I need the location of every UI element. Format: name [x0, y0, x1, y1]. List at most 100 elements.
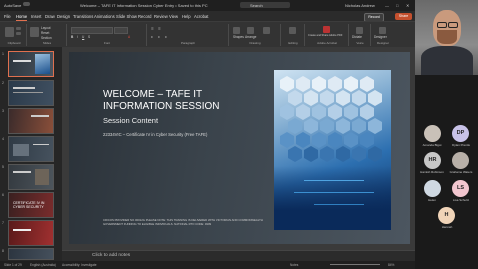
slide-course-text[interactable]: 22334VIC – Certificate IV in Cyber Secur… [103, 132, 207, 137]
image-fade [274, 166, 391, 230]
slide-title[interactable]: WELCOME – TAFE IT INFORMATION SESSION [103, 89, 253, 113]
circuit-line [294, 192, 374, 193]
close-icon[interactable]: ✕ [406, 3, 409, 8]
presenter-shirt [421, 46, 473, 75]
thumb-title-line [13, 171, 31, 173]
title-bar: AutoSave Welcome – TAFE IT Information S… [0, 0, 415, 11]
paste-icon[interactable] [5, 27, 14, 37]
font-size-box[interactable] [114, 27, 128, 34]
share-button[interactable]: Share [395, 13, 412, 20]
shapes-button[interactable]: Shapes [233, 35, 244, 39]
glasses-left [437, 22, 447, 28]
tab-design[interactable]: Design [57, 14, 70, 19]
align-center-icon[interactable]: ≡ [158, 35, 160, 39]
tab-draw[interactable]: Draw [45, 14, 55, 19]
thumb-number: 3 [2, 109, 4, 113]
slide-thumbnail[interactable] [8, 248, 54, 260]
hex-tile [336, 146, 350, 162]
tab-file[interactable]: File [4, 14, 11, 19]
slide-thumbnail[interactable] [8, 51, 54, 77]
create-pdf-button[interactable]: Create and Share Adobe PDF [308, 34, 342, 37]
new-slide-icon[interactable] [30, 27, 39, 37]
participant-avatar[interactable]: HR [424, 152, 441, 169]
arrange-icon[interactable] [247, 27, 254, 34]
slide-thumbnail[interactable] [8, 136, 54, 162]
slide-footer-text[interactable]: CRICOS PROVIDER NO.00012G PLEASE NOTE: T… [103, 218, 283, 226]
shapes-icon[interactable] [233, 27, 240, 34]
designer-button[interactable]: Designer [374, 35, 387, 39]
zoom-slider[interactable] [330, 264, 380, 265]
participant-avatar[interactable]: DP [452, 125, 469, 142]
participant-avatar[interactable] [424, 125, 441, 142]
arrange-button[interactable]: Arrange [245, 35, 256, 39]
bullets-icon[interactable]: ☰ [151, 27, 154, 31]
participant-avatar[interactable]: H [438, 207, 455, 224]
copy-icon[interactable] [16, 32, 21, 35]
quick-styles-icon[interactable] [263, 27, 270, 34]
find-icon[interactable] [289, 27, 296, 34]
group-label-voice: Voice [356, 41, 364, 45]
autosave-label[interactable]: AutoSave [4, 3, 21, 8]
hex-tile [304, 90, 318, 106]
search-box[interactable] [240, 2, 290, 8]
tab-help[interactable]: Help [182, 14, 191, 19]
layout-button[interactable]: Layout [41, 26, 51, 30]
bold-icon[interactable]: B [71, 35, 73, 39]
cut-icon[interactable] [16, 27, 21, 30]
numbering-icon[interactable]: ☰ [158, 27, 161, 31]
zoom-level[interactable]: 84% [388, 263, 394, 267]
slide-thumbnail[interactable] [8, 164, 54, 190]
slide-thumbnail[interactable] [8, 220, 54, 246]
notes-button[interactable]: Notes [290, 263, 298, 267]
participant-avatar[interactable] [424, 180, 441, 197]
notes-placeholder[interactable]: Click to add notes [92, 253, 130, 258]
thumb-text-line [13, 92, 43, 93]
cyber-hexagon-image[interactable] [274, 70, 391, 230]
underline-icon[interactable]: U [82, 35, 84, 39]
font-color-icon[interactable]: A [128, 35, 130, 39]
accessibility-status[interactable]: Accessibility: Investigate [62, 263, 97, 267]
tab-slide-show[interactable]: Slide Show [116, 14, 137, 19]
tab-animations[interactable]: Animations [94, 14, 115, 19]
slide-thumbnail-pane: 1 2 3 4 5 6 CERTIFICATE IV IN CYBER SECU… [0, 47, 62, 261]
user-name[interactable]: Nicholas Andrew [345, 3, 375, 8]
hex-tile [304, 118, 318, 134]
autosave-toggle[interactable] [23, 2, 30, 6]
section-button[interactable]: Section [41, 36, 52, 40]
tab-view[interactable]: View [169, 14, 178, 19]
slide-thumbnail[interactable] [8, 108, 54, 134]
tab-transitions[interactable]: Transitions [73, 14, 93, 19]
participants-panel: Amanda Bigot DP Dylan Prentis HR Hamish … [415, 0, 478, 269]
adobe-pdf-icon[interactable] [323, 26, 330, 33]
language-status[interactable]: English (Australia) [30, 263, 56, 267]
slide-thumbnail[interactable] [8, 80, 54, 106]
dictate-icon[interactable] [356, 27, 363, 34]
ribbon-group-clipboard: Clipboard [2, 24, 27, 46]
thumb-number: 8 [2, 249, 4, 253]
align-left-icon[interactable]: ≡ [151, 35, 153, 39]
thumb-title-line [13, 87, 35, 89]
designer-icon[interactable] [379, 27, 386, 34]
hex-tile [368, 146, 382, 162]
tab-record[interactable]: Record [138, 14, 152, 19]
group-label-editing: Editing [288, 41, 298, 45]
minimize-icon[interactable]: — [385, 3, 389, 8]
maximize-icon[interactable]: □ [396, 3, 398, 8]
font-name-box[interactable] [71, 27, 113, 34]
ribbon-group-paragraph: ☰ ☰ ≡ ≡ ≡ Paragraph [148, 24, 229, 46]
dictate-button[interactable]: Dictate [352, 35, 362, 39]
tab-insert[interactable]: Insert [31, 14, 41, 19]
slide-subtitle[interactable]: Session Content [103, 116, 158, 125]
align-right-icon[interactable]: ≡ [165, 35, 167, 39]
strikethrough-icon[interactable]: S [88, 35, 90, 39]
tab-acrobat[interactable]: Acrobat [194, 14, 208, 19]
reset-button[interactable]: Reset [41, 31, 49, 35]
thumb-number: 6 [2, 193, 4, 197]
tab-home[interactable]: Home [16, 14, 28, 21]
participant-avatar[interactable]: LS [452, 180, 469, 197]
slide-thumbnail[interactable]: CERTIFICATE IV IN CYBER SECURITY [8, 192, 54, 218]
italic-icon[interactable]: I [77, 35, 78, 39]
current-slide[interactable]: WELCOME – TAFE IT INFORMATION SESSION Se… [69, 52, 410, 244]
participant-avatar[interactable] [452, 152, 469, 169]
tab-review[interactable]: Review [154, 14, 168, 19]
